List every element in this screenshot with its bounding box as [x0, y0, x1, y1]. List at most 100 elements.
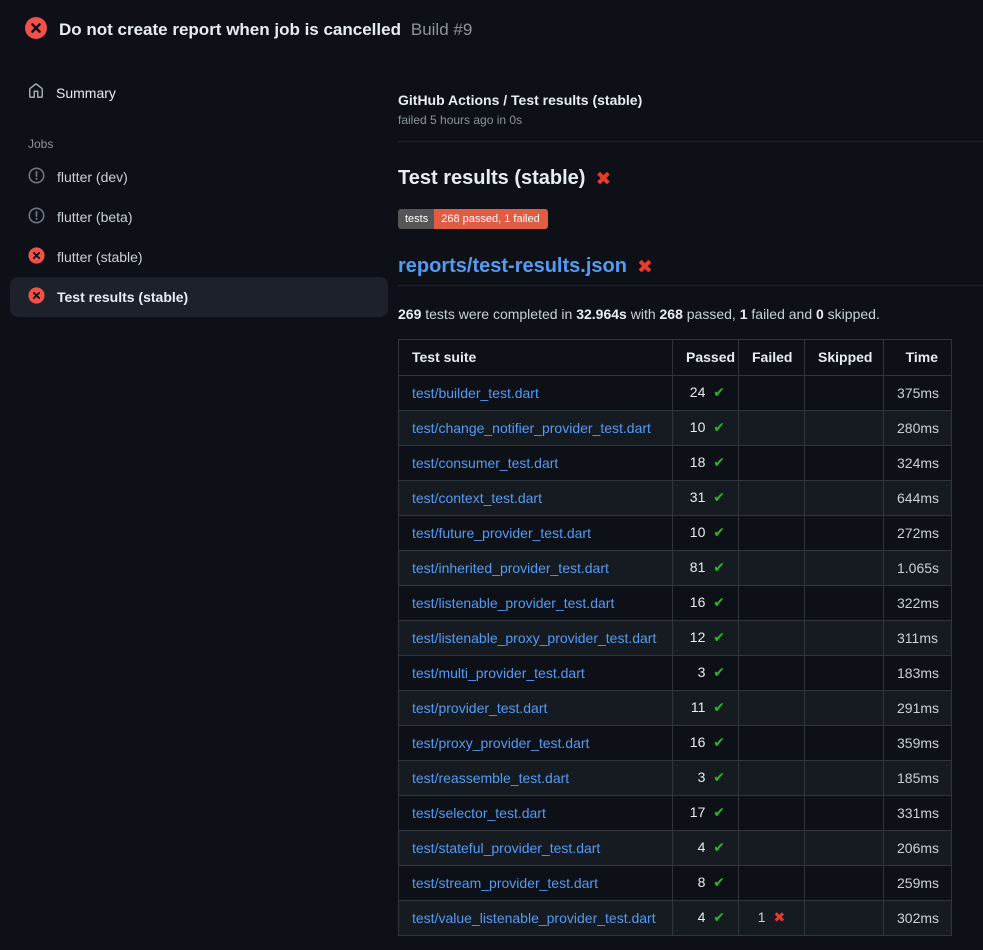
test-suite-link[interactable]: test/consumer_test.dart — [412, 455, 558, 471]
summary-text-part: 268 — [660, 306, 683, 322]
check-icon: ✔ — [713, 840, 725, 856]
time-cell: 183ms — [884, 656, 952, 691]
summary-label: Summary — [56, 85, 116, 101]
test-suite-cell: test/consumer_test.dart — [399, 446, 673, 481]
test-suite-link[interactable]: test/reassemble_test.dart — [412, 770, 569, 786]
sidebar-item-job[interactable]: flutter (dev) — [10, 157, 388, 197]
skipped-cell — [805, 516, 884, 551]
table-row: test/consumer_test.dart18 ✔324ms — [399, 446, 952, 481]
passed-cell: 3 ✔ — [673, 656, 739, 691]
alert-circle-icon — [28, 167, 45, 187]
page-title-group: Do not create report when job is cancell… — [59, 20, 472, 40]
check-icon: ✔ — [713, 910, 725, 926]
job-label: flutter (dev) — [57, 169, 128, 185]
cross-icon: ✖ — [773, 910, 785, 926]
skipped-cell — [805, 761, 884, 796]
time-cell: 302ms — [884, 901, 952, 936]
test-suite-link[interactable]: test/inherited_provider_test.dart — [412, 560, 609, 576]
check-run-title: Test results (stable) ✖ — [398, 167, 983, 190]
test-suite-link[interactable]: test/value_listenable_provider_test.dart — [412, 910, 656, 926]
results-table: Test suite Passed Failed Skipped Time te… — [398, 339, 952, 936]
time-cell: 644ms — [884, 481, 952, 516]
sidebar-item-summary[interactable]: Summary — [10, 74, 388, 111]
test-suite-link[interactable]: test/proxy_provider_test.dart — [412, 735, 589, 751]
summary-text-part: 269 — [398, 306, 421, 322]
test-suite-link[interactable]: test/listenable_provider_test.dart — [412, 595, 614, 611]
check-icon: ✔ — [713, 630, 725, 646]
skipped-cell — [805, 796, 884, 831]
table-row: test/builder_test.dart 24 ✔ 375ms — [399, 376, 952, 411]
test-suite-link[interactable]: test/listenable_proxy_provider_test.dart — [412, 630, 656, 646]
test-suite-cell: test/stream_provider_test.dart — [399, 866, 673, 901]
test-suite-link[interactable]: test/builder_test.dart — [412, 385, 539, 401]
passed-cell: 31 ✔ — [673, 481, 739, 516]
table-row: test/stream_provider_test.dart8 ✔259ms — [399, 866, 952, 901]
check-icon: ✔ — [713, 805, 725, 821]
col-header-skipped: Skipped — [805, 340, 884, 376]
sidebar-item-job[interactable]: flutter (stable) — [10, 237, 388, 277]
time-cell: 206ms — [884, 831, 952, 866]
failed-cell — [739, 586, 805, 621]
test-suite-cell: test/selector_test.dart — [399, 796, 673, 831]
test-suite-link[interactable]: test/selector_test.dart — [412, 805, 546, 821]
failed-cell: 1 ✖ — [739, 901, 805, 936]
test-suite-link[interactable]: test/multi_provider_test.dart — [412, 665, 585, 681]
test-suite-link[interactable]: test/context_test.dart — [412, 490, 542, 506]
check-run-title-text: Test results (stable) — [398, 167, 585, 190]
test-suite-cell: test/multi_provider_test.dart — [399, 656, 673, 691]
table-row: test/reassemble_test.dart3 ✔185ms — [399, 761, 952, 796]
table-row: test/context_test.dart 31 ✔ 644ms — [399, 481, 952, 516]
check-icon: ✔ — [713, 490, 725, 506]
test-suite-cell: test/change_notifier_provider_test.dart — [399, 411, 673, 446]
test-suite-cell: test/inherited_provider_test.dart — [399, 551, 673, 586]
time-cell: 331ms — [884, 796, 952, 831]
check-icon: ✔ — [713, 665, 725, 681]
test-suite-cell: test/value_listenable_provider_test.dart — [399, 901, 673, 936]
jobs-section-label: Jobs — [28, 137, 388, 151]
sidebar-item-job[interactable]: flutter (beta) — [10, 197, 388, 237]
passed-cell: 4 ✔ — [673, 901, 739, 936]
main-content: GitHub Actions / Test results (stable) f… — [398, 56, 983, 936]
skipped-cell — [805, 831, 884, 866]
home-icon — [28, 83, 44, 102]
table-row: test/value_listenable_provider_test.dart… — [399, 901, 952, 936]
passed-cell: 16 ✔ — [673, 586, 739, 621]
time-cell: 280ms — [884, 411, 952, 446]
check-icon: ✔ — [713, 595, 725, 611]
failed-cell — [739, 551, 805, 586]
test-suite-link[interactable]: test/stream_provider_test.dart — [412, 875, 598, 891]
skipped-cell — [805, 411, 884, 446]
summary-text-part: 0 — [816, 306, 824, 322]
check-icon: ✔ — [713, 455, 725, 471]
layout: Summary Jobs flutter (dev) flutter (beta)… — [0, 56, 983, 936]
col-header-time: Time — [884, 340, 952, 376]
report-heading-link[interactable]: reports/test-results.json — [398, 255, 627, 278]
time-cell: 375ms — [884, 376, 952, 411]
skipped-cell — [805, 376, 884, 411]
skipped-cell — [805, 691, 884, 726]
table-row: test/listenable_proxy_provider_test.dart… — [399, 621, 952, 656]
passed-cell: 10 ✔ — [673, 411, 739, 446]
passed-cell: 17 ✔ — [673, 796, 739, 831]
failed-cell — [739, 726, 805, 761]
failed-cell — [739, 516, 805, 551]
cross-icon: ✖ — [595, 168, 611, 190]
summary-text-part: with — [627, 306, 660, 322]
test-suite-link[interactable]: test/provider_test.dart — [412, 700, 547, 716]
table-row: test/provider_test.dart11 ✔291ms — [399, 691, 952, 726]
status-line: failed 5 hours ago in 0s — [398, 113, 983, 127]
skipped-cell — [805, 446, 884, 481]
test-suite-link[interactable]: test/future_provider_test.dart — [412, 525, 591, 541]
summary-text-part: 1 — [740, 306, 748, 322]
summary-text-part: failed and — [748, 306, 817, 322]
passed-cell: 24 ✔ — [673, 376, 739, 411]
build-number: Build #9 — [411, 20, 472, 39]
sidebar-item-job[interactable]: Test results (stable) — [10, 277, 388, 317]
test-suite-cell: test/listenable_proxy_provider_test.dart — [399, 621, 673, 656]
test-suite-link[interactable]: test/change_notifier_provider_test.dart — [412, 420, 651, 436]
summary-text: 269 tests were completed in 32.964s with… — [398, 306, 983, 322]
failed-cell — [739, 656, 805, 691]
skipped-cell — [805, 726, 884, 761]
test-suite-link[interactable]: test/stateful_provider_test.dart — [412, 840, 600, 856]
table-row: test/change_notifier_provider_test.dart 1… — [399, 411, 952, 446]
